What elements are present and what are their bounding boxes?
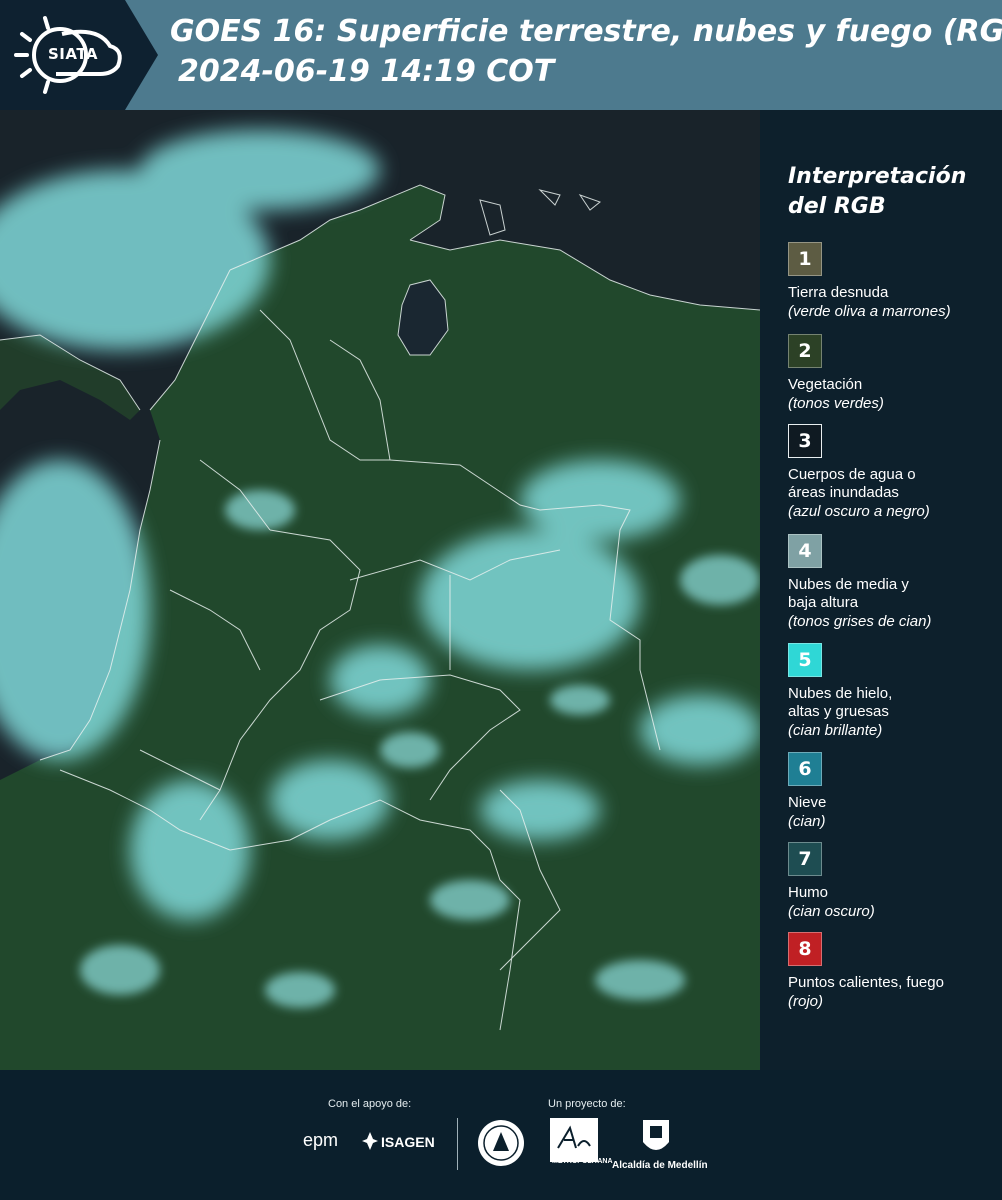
legend-note-2: (tonos verdes) (788, 395, 884, 412)
legend-label-2: Vegetación (788, 376, 863, 393)
legend-label-6: Nieve (788, 794, 827, 811)
legend-item-bare-ground: 1 Tierra desnuda (verde oliva a marrones… (788, 242, 993, 321)
legend-panel: Interpretación del RGB 1 Tierra desnuda … (760, 110, 1002, 1070)
legend-note-1: (verde oliva a marrones) (788, 303, 951, 320)
legend-item-smoke: 7 Humo (cian oscuro) (788, 842, 993, 921)
legend-item-vegetation: 2 Vegetación (tonos verdes) (788, 334, 993, 413)
medellin-seal-icon (478, 1120, 524, 1166)
legend-label-7: Humo (788, 884, 829, 901)
support-label: Con el apoyo de: (328, 1098, 412, 1110)
legend-label-8: Puntos calientes, fuego (788, 974, 944, 991)
footer: Con el apoyo de: Un proyecto de: epm ISA… (0, 1070, 1002, 1200)
isagen-icon (362, 1132, 378, 1150)
legend-label-4: Nubes de media y baja altura (788, 576, 909, 611)
legend-note-7: (cian oscuro) (788, 903, 875, 920)
legend-note-4: (tonos grises de cian) (788, 613, 932, 630)
medellin-shield-icon (643, 1120, 669, 1150)
legend-swatch-3: 3 (788, 424, 822, 458)
legend-label-5: Nubes de hielo, altas y gruesas (788, 685, 893, 720)
legend-item-water: 3 Cuerpos de agua o áreas inundadas (azu… (788, 424, 993, 521)
legend-title: Interpretación del RGB (788, 164, 967, 219)
legend-swatch-6: 6 (788, 752, 822, 786)
footer-divider (457, 1118, 458, 1170)
legend-swatch-7: 7 (788, 842, 822, 876)
satellite-map[interactable] (0, 110, 760, 1070)
project-label: Un proyecto de: (548, 1098, 626, 1110)
alcaldia-medellin-text: Alcaldía de Medellín (612, 1160, 708, 1171)
legend-note-5: (cian brillante) (788, 722, 883, 739)
legend-note-6: (cian) (788, 813, 826, 830)
legend-item-mid-low-clouds: 4 Nubes de media y baja altura (tonos gr… (788, 534, 993, 631)
legend-label-3: Cuerpos de agua o áreas inundadas (788, 466, 916, 501)
page-title: GOES 16: Superficie terrestre, nubes y f… (170, 14, 1002, 49)
epm-logo: epm (303, 1130, 339, 1150)
legend-swatch-5: 5 (788, 643, 822, 677)
siata-logo-text: SIATA (48, 45, 99, 63)
header-banner: SIATA GOES 16: Superficie terrestre, nub… (0, 0, 1002, 110)
area-metropolitana-caption: METROPOLITANA (552, 1158, 613, 1165)
legend-item-fire: 8 Puntos calientes, fuego (rojo) (788, 932, 993, 1011)
area-metropolitana-logo-icon (550, 1118, 598, 1162)
legend-label-1: Tierra desnuda (788, 284, 889, 301)
legend-swatch-8: 8 (788, 932, 822, 966)
legend-item-ice-clouds: 5 Nubes de hielo, altas y gruesas (cian … (788, 643, 993, 740)
legend-swatch-1: 1 (788, 242, 822, 276)
legend-note-8: (rojo) (788, 993, 824, 1010)
image-datetime: 2024-06-19 14:19 COT (178, 54, 555, 89)
siata-logo: SIATA (0, 0, 160, 110)
legend-swatch-2: 2 (788, 334, 822, 368)
legend-swatch-4: 4 (788, 534, 822, 568)
legend-item-snow: 6 Nieve (cian) (788, 752, 993, 831)
legend-note-3: (azul oscuro a negro) (788, 503, 930, 520)
isagen-logo: ISAGEN (381, 1134, 435, 1150)
